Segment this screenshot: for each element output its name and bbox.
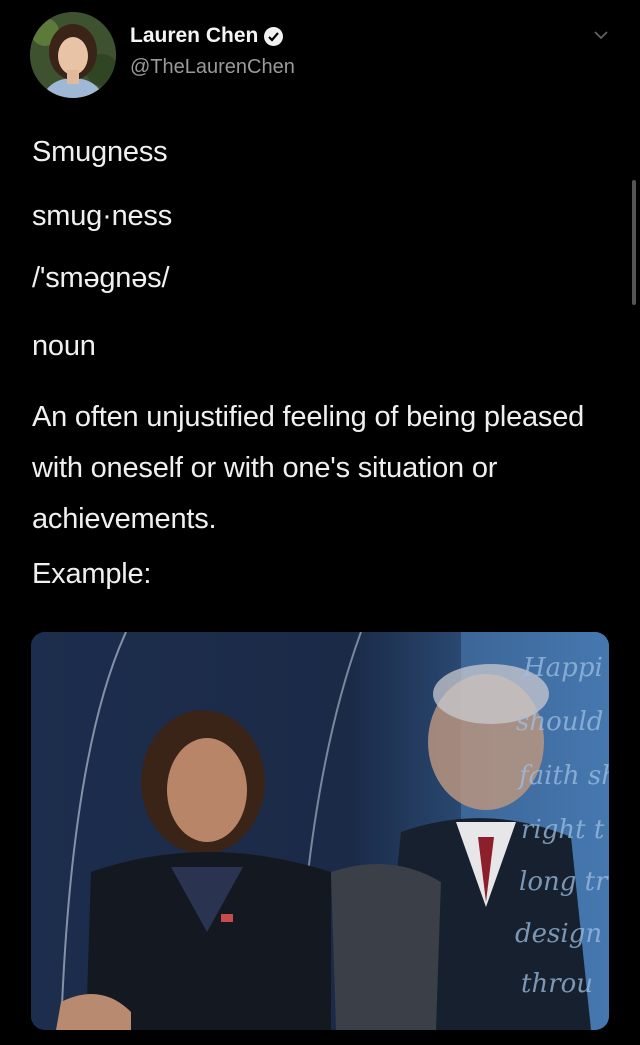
tweet-part-of-speech: noun bbox=[32, 330, 96, 362]
tweet-definition: An often unjustified feeling of being pl… bbox=[32, 401, 585, 535]
verified-badge-icon bbox=[264, 26, 284, 46]
tweet-pronunciation: /'sməgnəs/ bbox=[32, 262, 170, 294]
tweet-photo[interactable]: Happi should faith sh right t long tr de… bbox=[31, 632, 609, 1030]
image-background-text: right t bbox=[521, 815, 605, 845]
image-background-text: should bbox=[516, 707, 603, 737]
author-name-row: Lauren Chen bbox=[130, 24, 284, 48]
author-handle[interactable]: @TheLaurenChen bbox=[130, 56, 295, 79]
image-background-text: throu bbox=[521, 969, 593, 999]
author-avatar[interactable] bbox=[30, 12, 116, 98]
tweet-word: Smugness bbox=[32, 136, 168, 168]
tweet-example-label: Example: bbox=[32, 558, 152, 590]
chevron-down-icon[interactable] bbox=[592, 26, 610, 44]
image-background-text: design bbox=[515, 919, 602, 949]
image-background-text: Happi bbox=[522, 653, 603, 683]
author-name[interactable]: Lauren Chen bbox=[130, 24, 258, 48]
scrollbar[interactable] bbox=[632, 180, 636, 305]
image-background-text: long tr bbox=[519, 867, 609, 897]
image-background-text: faith sh bbox=[517, 761, 609, 791]
tweet-syllables: smug·ness bbox=[32, 200, 173, 232]
